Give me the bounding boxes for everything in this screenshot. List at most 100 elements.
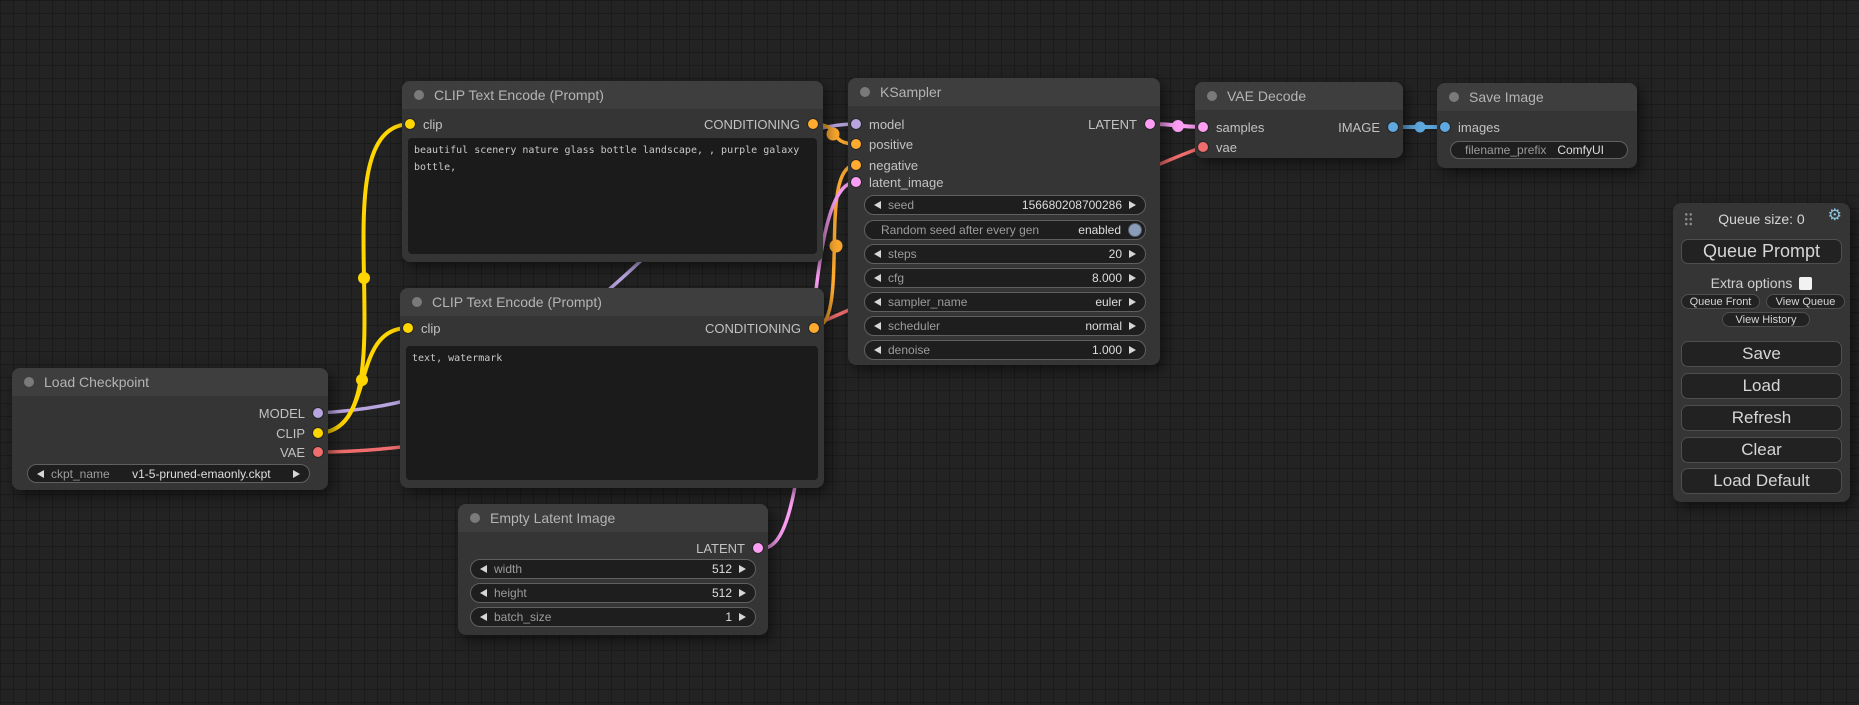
cfg-widget[interactable]: cfg 8.000 <box>864 268 1146 288</box>
collapse-dot-icon[interactable] <box>470 513 480 523</box>
width-widget[interactable]: width 512 <box>470 559 756 579</box>
model-output-dot[interactable] <box>313 408 323 418</box>
scheduler-widget[interactable]: scheduler normal <box>864 316 1146 336</box>
conditioning-output-dot[interactable] <box>809 323 819 333</box>
decrement-arrow-icon[interactable] <box>480 613 487 621</box>
node-titlebar[interactable]: VAE Decode <box>1195 82 1403 110</box>
latent-input-dot[interactable] <box>1198 122 1208 132</box>
port-label: clip <box>421 321 441 336</box>
widget-value: 512 <box>712 562 732 576</box>
node-titlebar[interactable]: CLIP Text Encode (Prompt) <box>402 81 823 109</box>
refresh-button[interactable]: Refresh <box>1681 405 1842 431</box>
seed-widget[interactable]: seed 156680208700286 <box>864 195 1146 215</box>
filename-prefix-widget[interactable]: filename_prefix ComfyUI <box>1450 141 1628 159</box>
conditioning-output-dot[interactable] <box>808 119 818 129</box>
increment-arrow-icon[interactable] <box>1129 298 1136 306</box>
node-save-image[interactable]: Save Image images filename_prefix ComfyU… <box>1437 83 1637 168</box>
node-load-checkpoint[interactable]: Load Checkpoint MODEL CLIP VAE ckpt_name… <box>12 368 328 490</box>
increment-arrow-icon[interactable] <box>1129 250 1136 258</box>
decrement-arrow-icon[interactable] <box>874 250 881 258</box>
image-output-dot[interactable] <box>1388 122 1398 132</box>
increment-arrow-icon[interactable] <box>739 613 746 621</box>
input-images: images <box>1440 117 1500 137</box>
decrement-arrow-icon[interactable] <box>874 346 881 354</box>
latent-input-dot[interactable] <box>851 177 861 187</box>
node-graph-canvas[interactable]: Load Checkpoint MODEL CLIP VAE ckpt_name… <box>0 0 1859 705</box>
load-default-button[interactable]: Load Default <box>1681 468 1842 494</box>
collapse-dot-icon[interactable] <box>1207 91 1217 101</box>
ckpt-name-widget[interactable]: ckpt_name v1-5-pruned-emaonly.ckpt <box>27 464 310 483</box>
node-title: CLIP Text Encode (Prompt) <box>432 294 602 310</box>
node-titlebar[interactable]: CLIP Text Encode (Prompt) <box>400 288 824 316</box>
decrement-arrow-icon[interactable] <box>874 322 881 330</box>
queue-panel: Queue size: 0 ⚙ Queue Prompt Extra optio… <box>1673 203 1850 502</box>
vae-output-dot[interactable] <box>313 447 323 457</box>
queue-front-button[interactable]: Queue Front <box>1681 294 1760 309</box>
widget-label: height <box>494 586 527 600</box>
decrement-arrow-icon[interactable] <box>874 298 881 306</box>
increment-arrow-icon[interactable] <box>739 565 746 573</box>
latent-output-dot[interactable] <box>753 543 763 553</box>
port-label: positive <box>869 137 913 152</box>
node-titlebar[interactable]: Save Image <box>1437 83 1637 111</box>
toggle-icon[interactable] <box>1128 223 1142 237</box>
output-conditioning: CONDITIONING <box>704 114 818 134</box>
widget-label: steps <box>888 247 917 261</box>
view-queue-button[interactable]: View Queue <box>1766 294 1845 309</box>
collapse-dot-icon[interactable] <box>1449 92 1459 102</box>
extra-options-checkbox[interactable] <box>1799 277 1812 290</box>
clear-button[interactable]: Clear <box>1681 437 1842 463</box>
sampler-name-widget[interactable]: sampler_name euler <box>864 292 1146 312</box>
clip-output-dot[interactable] <box>313 428 323 438</box>
random-seed-widget[interactable]: Random seed after every gen enabled <box>864 220 1146 240</box>
clip-input-dot[interactable] <box>403 323 413 333</box>
height-widget[interactable]: height 512 <box>470 583 756 603</box>
node-titlebar[interactable]: KSampler <box>848 78 1160 106</box>
view-history-button[interactable]: View History <box>1722 312 1810 327</box>
batch-size-widget[interactable]: batch_size 1 <box>470 607 756 627</box>
collapse-dot-icon[interactable] <box>24 377 34 387</box>
save-button[interactable]: Save <box>1681 341 1842 367</box>
decrement-arrow-icon[interactable] <box>480 589 487 597</box>
collapse-dot-icon[interactable] <box>412 297 422 307</box>
widget-value: 1.000 <box>1092 343 1122 357</box>
image-input-dot[interactable] <box>1440 122 1450 132</box>
model-input-dot[interactable] <box>851 119 861 129</box>
queue-prompt-button[interactable]: Queue Prompt <box>1681 239 1842 264</box>
conditioning-input-dot[interactable] <box>851 160 861 170</box>
port-label: LATENT <box>696 541 745 556</box>
increment-arrow-icon[interactable] <box>1129 201 1136 209</box>
vae-input-dot[interactable] <box>1198 142 1208 152</box>
node-vae-decode[interactable]: VAE Decode samples vae IMAGE <box>1195 82 1403 158</box>
negative-prompt-textarea[interactable]: text, watermark <box>406 346 818 480</box>
node-clip-text-encode-positive[interactable]: CLIP Text Encode (Prompt) clip CONDITION… <box>402 81 823 262</box>
gear-icon[interactable]: ⚙ <box>1828 208 1842 224</box>
decrement-arrow-icon[interactable] <box>874 274 881 282</box>
widget-value: 1 <box>725 610 732 624</box>
node-titlebar[interactable]: Empty Latent Image <box>458 504 768 532</box>
decrement-arrow-icon[interactable] <box>480 565 487 573</box>
collapse-dot-icon[interactable] <box>414 90 424 100</box>
decrement-arrow-icon[interactable] <box>874 201 881 209</box>
increment-arrow-icon[interactable] <box>1129 274 1136 282</box>
load-button[interactable]: Load <box>1681 373 1842 399</box>
collapse-dot-icon[interactable] <box>860 87 870 97</box>
node-ksampler[interactable]: KSampler model positive negative latent_… <box>848 78 1160 365</box>
increment-arrow-icon[interactable] <box>739 589 746 597</box>
increment-arrow-icon[interactable] <box>1129 346 1136 354</box>
node-clip-text-encode-negative[interactable]: CLIP Text Encode (Prompt) clip CONDITION… <box>400 288 824 488</box>
increment-arrow-icon[interactable] <box>1129 322 1136 330</box>
widget-value: euler <box>1095 295 1122 309</box>
node-empty-latent-image[interactable]: Empty Latent Image LATENT width 512 heig… <box>458 504 768 635</box>
decrement-arrow-icon[interactable] <box>37 470 44 478</box>
increment-arrow-icon[interactable] <box>293 470 300 478</box>
node-titlebar[interactable]: Load Checkpoint <box>12 368 328 396</box>
positive-prompt-textarea[interactable]: beautiful scenery nature glass bottle la… <box>408 138 817 254</box>
node-title: Empty Latent Image <box>490 510 615 526</box>
port-label: model <box>869 117 904 132</box>
denoise-widget[interactable]: denoise 1.000 <box>864 340 1146 360</box>
steps-widget[interactable]: steps 20 <box>864 244 1146 264</box>
latent-output-dot[interactable] <box>1145 119 1155 129</box>
conditioning-input-dot[interactable] <box>851 139 861 149</box>
clip-input-dot[interactable] <box>405 119 415 129</box>
